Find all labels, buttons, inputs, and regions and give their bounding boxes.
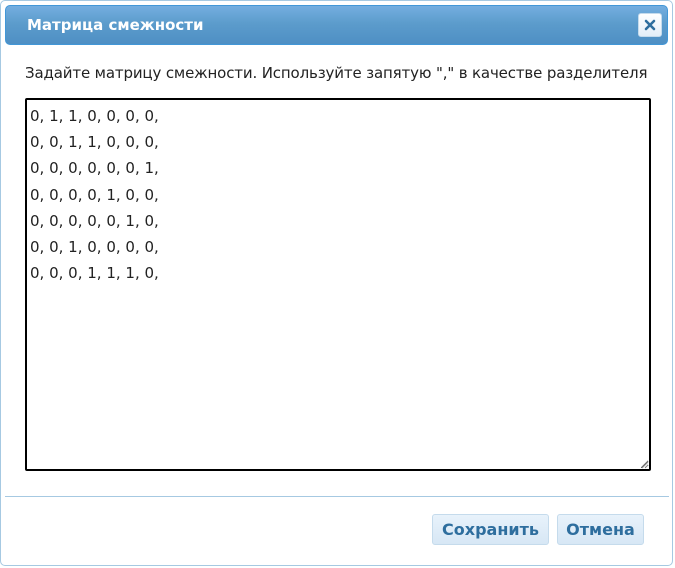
footer-divider — [5, 496, 669, 497]
close-icon — [644, 19, 656, 31]
close-button[interactable] — [638, 13, 662, 37]
dialog-title: Матрица смежности — [27, 16, 204, 34]
dialog-titlebar[interactable]: Матрица смежности — [5, 5, 668, 45]
resize-grip-icon[interactable] — [639, 459, 649, 469]
save-button[interactable]: Сохранить — [432, 514, 549, 545]
cancel-button[interactable]: Отмена — [557, 514, 644, 545]
instruction-text: Задайте матрицу смежности. Используйте з… — [25, 64, 648, 82]
matrix-textarea[interactable]: 0, 1, 1, 0, 0, 0, 0, 0, 0, 1, 1, 0, 0, 0… — [25, 98, 651, 471]
adjacency-matrix-dialog: Матрица смежности Задайте матрицу смежно… — [0, 0, 673, 566]
